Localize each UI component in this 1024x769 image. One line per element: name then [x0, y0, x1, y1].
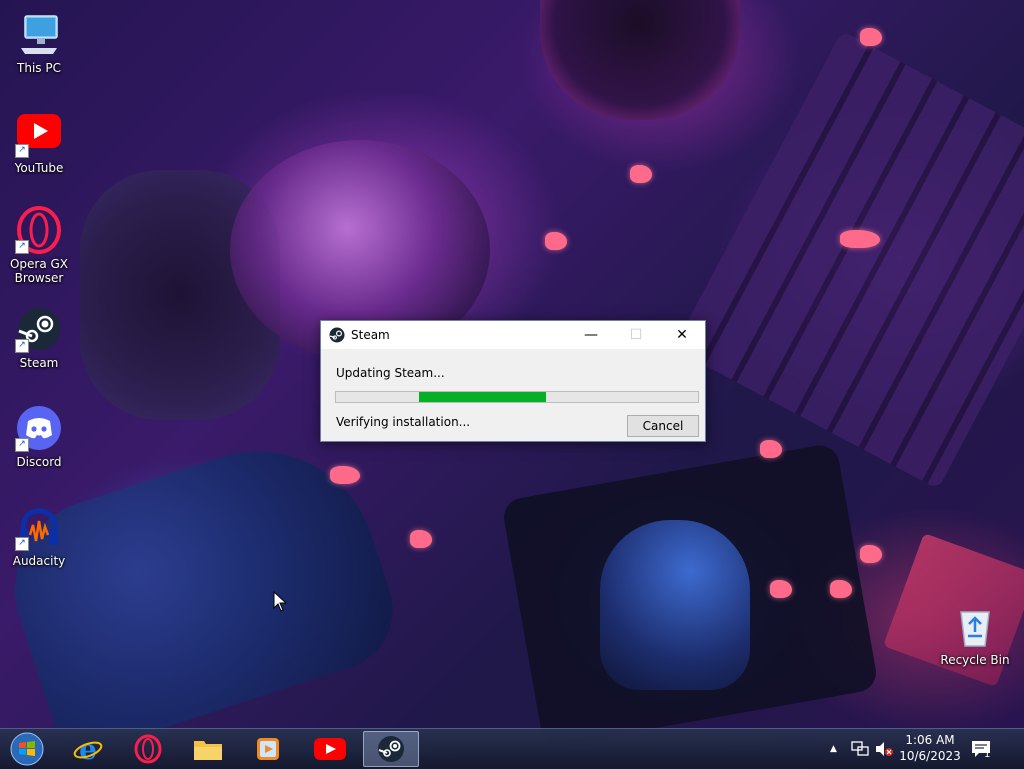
discord-icon: ↗: [15, 404, 63, 452]
wallpaper-gem: [860, 28, 882, 46]
progress-fill: [419, 392, 546, 402]
maximize-button[interactable]: ☐: [613, 321, 659, 349]
clock-date: 10/6/2023: [899, 749, 961, 763]
shortcut-arrow-icon: ↗: [15, 537, 29, 551]
folder-icon: [194, 741, 222, 760]
wallpaper-keyboard: [673, 30, 1024, 490]
progress-bar: [335, 391, 699, 403]
desktop-icon-discord[interactable]: ↗ Discord: [4, 404, 74, 469]
desktop-icon-youtube[interactable]: ↗ YouTube: [4, 110, 74, 175]
desktop-icon-audacity[interactable]: ↗ Audacity: [4, 503, 74, 568]
wallpaper-controller: [0, 420, 409, 760]
wallpaper-gem: [830, 580, 852, 598]
taskbar-file-explorer[interactable]: [180, 731, 236, 767]
cancel-button[interactable]: Cancel: [627, 415, 699, 437]
wallpaper-mug: [540, 0, 740, 120]
desktop-icon-label: Steam: [19, 356, 59, 370]
desktop-icon-label: Recycle Bin: [940, 653, 1010, 667]
windows-logo-icon: [10, 732, 44, 766]
wallpaper-gem: [760, 440, 782, 458]
network-icon: [851, 741, 869, 756]
wallpaper-figure: [600, 520, 750, 690]
tray-show-hidden-icons[interactable]: ▲: [830, 729, 837, 769]
tray-network[interactable]: [850, 729, 870, 769]
minimize-button[interactable]: —: [568, 321, 614, 349]
youtube-icon: ↗: [15, 110, 63, 158]
shortcut-arrow-icon: ↗: [15, 144, 29, 158]
chevron-up-icon: ▲: [830, 744, 837, 754]
steam-update-dialog: Steam — ☐ ✕ Updating Steam... Verifying …: [320, 320, 706, 442]
notification-count-badge: 1: [984, 749, 991, 760]
desktop-icon-label: This PC: [17, 61, 61, 75]
desktop-icon-label: Audacity: [12, 554, 66, 568]
volume-muted-icon: [876, 742, 893, 756]
shortcut-arrow-icon: ↗: [15, 240, 29, 254]
computer-icon: [15, 10, 63, 58]
desktop-icon-this-pc[interactable]: This PC: [4, 10, 74, 75]
update-status-text: Updating Steam...: [336, 366, 445, 380]
close-button[interactable]: ✕: [659, 321, 705, 349]
taskbar-media-player[interactable]: [240, 731, 296, 767]
audacity-icon: ↗: [15, 503, 63, 551]
wallpaper-mat: [500, 442, 880, 748]
desktop-icon-opera-gx[interactable]: ↗ Opera GX Browser: [4, 206, 74, 285]
wallpaper-gem: [840, 230, 880, 248]
steam-icon: [378, 736, 404, 762]
taskbar-steam[interactable]: [363, 731, 419, 767]
desktop-icon-recycle-bin[interactable]: Recycle Bin: [940, 602, 1010, 667]
shortcut-arrow-icon: ↗: [15, 438, 29, 452]
taskbar-opera-gx[interactable]: [120, 731, 176, 767]
taskbar: e ▲ 1:06 AM 10/6/2023 1: [0, 728, 1024, 769]
action-center-button[interactable]: 1: [970, 729, 992, 769]
desktop-icon-label: Opera GX Browser: [9, 257, 69, 285]
tray-volume[interactable]: [874, 729, 894, 769]
wallpaper-gem: [770, 580, 792, 598]
svg-text:e: e: [79, 734, 97, 764]
clock-time: 1:06 AM: [905, 733, 955, 747]
wallpaper-headphone-band: [80, 170, 280, 420]
clock[interactable]: 1:06 AM 10/6/2023: [898, 732, 962, 764]
steam-logo-icon: [329, 327, 345, 343]
opera-gx-icon: ↗: [15, 206, 63, 254]
internet-explorer-icon: e: [73, 734, 103, 764]
desktop-icon-label: YouTube: [14, 161, 64, 175]
dialog-title: Steam: [351, 328, 390, 342]
opera-gx-icon: [134, 734, 162, 764]
taskbar-youtube[interactable]: [302, 731, 358, 767]
steam-icon: ↗: [15, 305, 63, 353]
progress-detail-text: Verifying installation...: [336, 415, 471, 429]
recycle-bin-icon: [951, 602, 999, 650]
youtube-icon: [314, 738, 346, 760]
wallpaper-gem: [860, 545, 882, 563]
start-button[interactable]: [0, 731, 54, 767]
media-player-icon: [257, 738, 279, 760]
taskbar-internet-explorer[interactable]: e: [60, 731, 116, 767]
desktop-icon-steam[interactable]: ↗ Steam: [4, 305, 74, 370]
desktop-icon-label: Discord: [16, 455, 62, 469]
shortcut-arrow-icon: ↗: [15, 339, 29, 353]
wallpaper-gem: [410, 530, 432, 548]
wallpaper-gem: [545, 232, 567, 250]
wallpaper-gem: [630, 165, 652, 183]
dialog-title-bar[interactable]: Steam — ☐ ✕: [321, 321, 705, 349]
mouse-cursor-icon: [273, 590, 288, 616]
wallpaper-gem: [330, 466, 360, 484]
